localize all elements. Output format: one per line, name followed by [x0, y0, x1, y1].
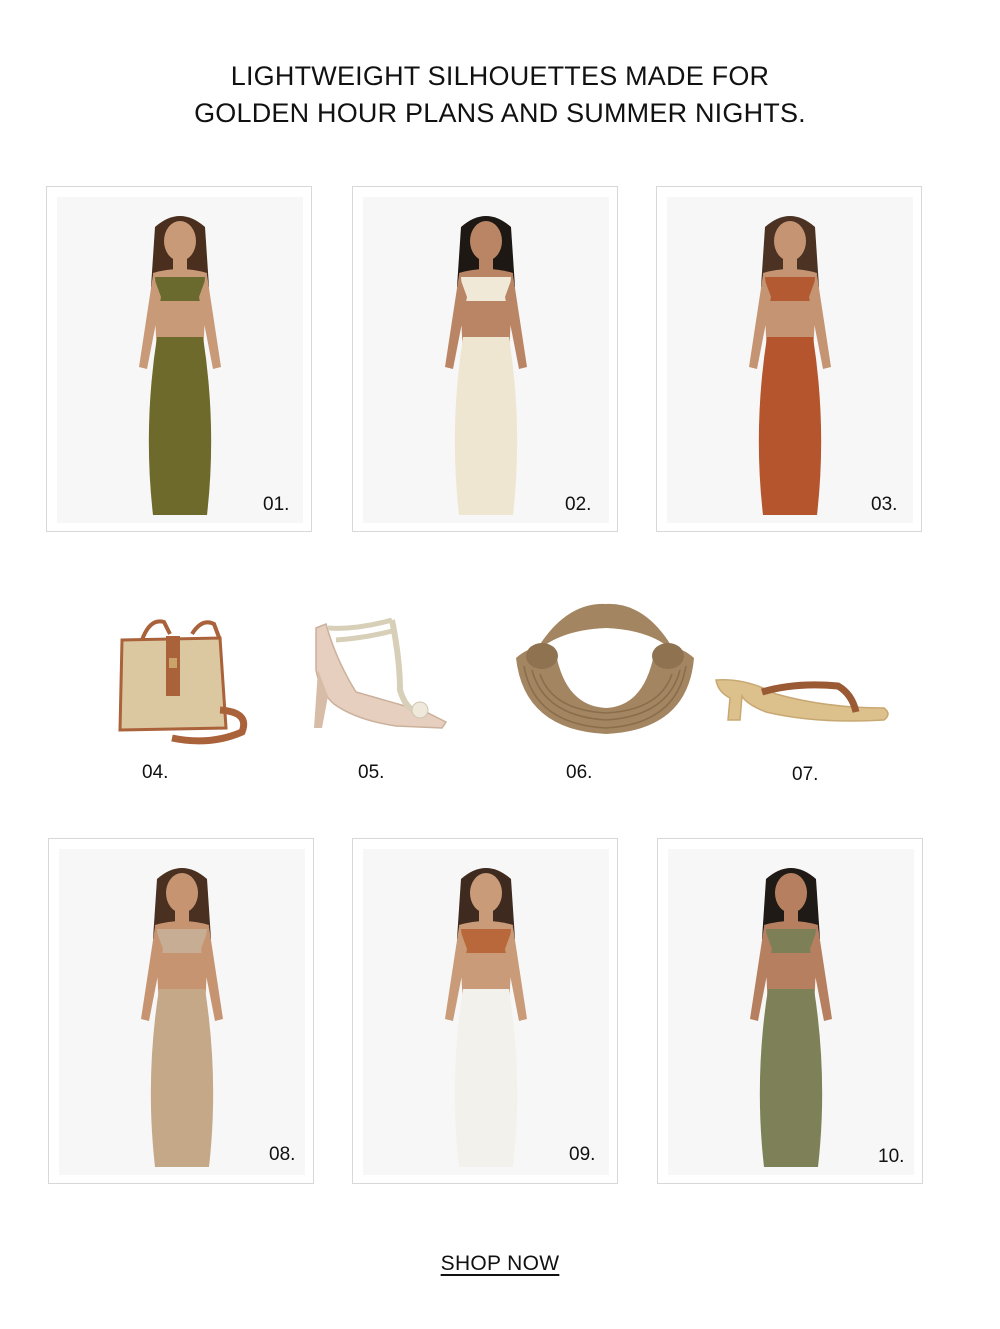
- model-figure: [363, 849, 609, 1175]
- headline-line-1: LIGHTWEIGHT SILHOUETTES MADE FOR: [230, 61, 770, 91]
- product-number: 03.: [871, 494, 898, 515]
- product-photo: [59, 849, 305, 1175]
- model-figure: [57, 197, 303, 523]
- headline: LIGHTWEIGHT SILHOUETTES MADE FOR GOLDEN …: [0, 58, 1000, 132]
- product-card-02[interactable]: 02.: [352, 186, 618, 532]
- product-card-01[interactable]: 01.: [46, 186, 312, 532]
- model-figure: [363, 197, 609, 523]
- product-number: 06.: [566, 762, 593, 783]
- product-number: 01.: [263, 494, 290, 515]
- shop-now-container: SHOP NOW: [0, 1252, 1000, 1276]
- accessory-06[interactable]: 06.: [504, 600, 704, 800]
- headline-line-2: GOLDEN HOUR PLANS AND SUMMER NIGHTS.: [194, 98, 806, 128]
- product-number: 04.: [142, 762, 169, 783]
- product-number: 02.: [565, 494, 592, 515]
- model-figure: [668, 849, 914, 1175]
- product-card-03[interactable]: 03.: [656, 186, 922, 532]
- product-card-08[interactable]: 08.: [48, 838, 314, 1184]
- product-photo: [668, 849, 914, 1175]
- product-number: 09.: [569, 1144, 596, 1165]
- model-figure: [59, 849, 305, 1175]
- knot-handbag-icon: [516, 603, 694, 734]
- straw-bag-icon: [118, 619, 248, 745]
- product-number: 08.: [269, 1144, 296, 1165]
- model-figure: [667, 197, 913, 523]
- thong-mule-icon: [715, 679, 889, 722]
- product-number: 05.: [358, 762, 385, 783]
- heeled-sandal-icon: [314, 617, 448, 729]
- accessory-05[interactable]: 05.: [296, 600, 496, 800]
- product-card-09[interactable]: 09.: [352, 838, 618, 1184]
- product-photo: [363, 849, 609, 1175]
- product-photo: [57, 197, 303, 523]
- product-photo: [667, 197, 913, 523]
- product-number: 07.: [792, 764, 819, 785]
- product-photo: [363, 197, 609, 523]
- accessory-07[interactable]: 07.: [706, 600, 906, 800]
- shop-now-link[interactable]: SHOP NOW: [441, 1252, 560, 1275]
- product-number: 10.: [878, 1146, 905, 1167]
- product-card-10[interactable]: 10.: [657, 838, 923, 1184]
- accessory-04[interactable]: 04.: [80, 600, 280, 800]
